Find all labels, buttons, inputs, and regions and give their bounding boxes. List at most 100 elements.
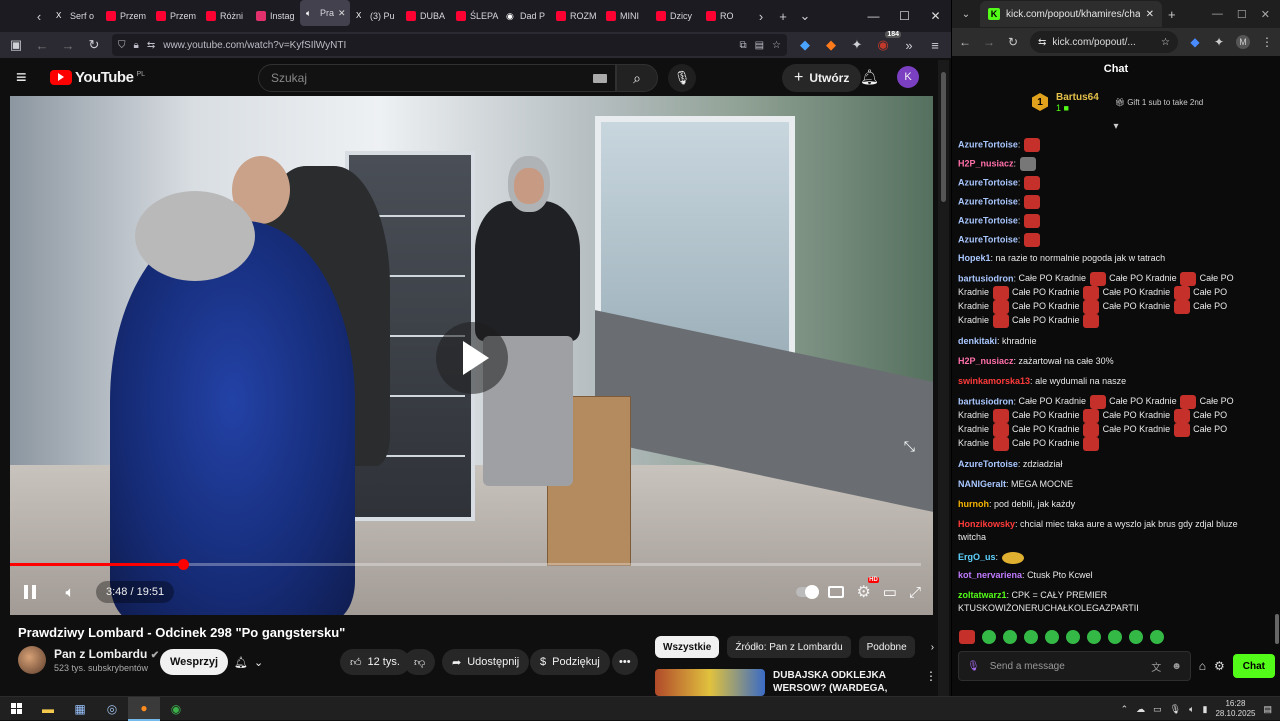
emote-icon[interactable] — [1150, 630, 1164, 644]
microphone-icon[interactable]: 🎙︎ — [967, 661, 980, 672]
chat-message-input[interactable]: 🎙︎ Send a message 文 ☻ — [958, 651, 1191, 681]
chat-message[interactable]: AzureTortoise: zdziadział — [958, 458, 1258, 471]
browser-tab[interactable]: Przem — [150, 0, 200, 32]
notifications-icon[interactable]: ▤ — [1263, 704, 1272, 715]
new-tab-icon[interactable]: + — [772, 9, 794, 24]
emote-icon[interactable] — [959, 630, 975, 644]
chat-message[interactable]: AzureTortoise: — [958, 233, 1258, 247]
more-actions-button[interactable]: ••• — [612, 649, 638, 675]
browser-tab[interactable]: DUBA — [400, 0, 450, 32]
emote-icon[interactable] — [1045, 630, 1059, 644]
close-tab-icon[interactable]: ✕ — [338, 8, 346, 19]
close-window-icon[interactable]: ✕ — [1261, 8, 1270, 21]
emote-icon[interactable] — [1083, 286, 1100, 300]
emote-icon[interactable] — [982, 630, 996, 644]
chat-username[interactable]: NANIGeralt — [958, 479, 1006, 489]
browser-tab[interactable]: X Serf o — [50, 0, 100, 32]
chat-username[interactable]: swinkamorska13 — [958, 376, 1030, 386]
chat-message[interactable]: Honzikowsky: chcial miec taka aure a wys… — [958, 518, 1258, 544]
tab-scroll-right-icon[interactable]: › — [750, 9, 772, 24]
forward-icon[interactable]: → — [60, 38, 76, 53]
fullscreen-icon[interactable]: ⤢ — [909, 584, 921, 601]
chat-message[interactable]: bartusiodron: Całe PO Kradnie Całe PO Kr… — [958, 272, 1258, 328]
emote-icon[interactable] — [1001, 551, 1024, 564]
channel-name[interactable]: Pan z Lombardu ✔ — [54, 647, 159, 661]
emote-icon[interactable] — [1023, 195, 1040, 209]
thanks-button[interactable]: $ Podziękuj — [530, 649, 610, 675]
minimize-icon[interactable]: — — [1212, 8, 1223, 21]
reload-icon[interactable]: ↻ — [1006, 35, 1020, 49]
browser-tab[interactable]: ŚLEPA — [450, 0, 500, 32]
menu-icon[interactable]: ≡ — [927, 38, 943, 53]
back-icon[interactable]: ← — [958, 35, 972, 49]
like-button[interactable]: 👍︎ 12 tys. — [340, 649, 410, 675]
kebab-menu-icon[interactable]: ⋮ — [1260, 35, 1274, 49]
chat-message[interactable]: ErgO_us: — [958, 551, 1258, 564]
forward-icon[interactable]: → — [982, 35, 996, 49]
emote-icon[interactable] — [992, 300, 1009, 314]
emote-icon[interactable] — [1173, 423, 1190, 437]
ublock-icon[interactable]: ◉ 184 — [875, 31, 901, 53]
recommended-title[interactable]: DUBAJSKA ODKLEJKA WERSOW? (WARDEGA, NITR… — [773, 669, 903, 696]
chat-username[interactable]: hurnoh — [958, 499, 989, 509]
translate-icon[interactable]: 文 — [1151, 659, 1161, 674]
steam-icon[interactable]: ◎ — [96, 697, 128, 721]
emote-icon[interactable] — [1019, 157, 1036, 171]
chat-username[interactable]: bartusiodron — [958, 273, 1014, 283]
file-explorer-icon[interactable]: ▬ — [32, 697, 64, 721]
emote-icon[interactable] — [1023, 214, 1040, 228]
sidebar-toggle-icon[interactable]: ▣ — [8, 37, 24, 53]
chat-username[interactable]: ErgO_us — [958, 552, 996, 562]
chat-username[interactable]: AzureTortoise — [958, 234, 1018, 244]
settings-gear-icon[interactable]: ⚙ HD — [856, 577, 879, 602]
emote-icon[interactable] — [1173, 286, 1190, 300]
page-scrollbar[interactable] — [938, 60, 949, 696]
mic-tray-icon[interactable]: 🎙︎ — [1170, 704, 1181, 715]
emote-icon[interactable] — [1023, 176, 1040, 190]
emote-icon[interactable] — [1089, 272, 1106, 286]
browser-tab[interactable]: Instag — [250, 0, 300, 32]
chat-message[interactable]: swinkamorska13: ale wydumali na nasze — [958, 375, 1258, 388]
volume-tray-icon[interactable]: 🔈︎ — [1189, 704, 1194, 715]
chat-username[interactable]: AzureTortoise — [958, 459, 1018, 469]
shield-icon[interactable]: ⛉ — [118, 40, 126, 51]
app-icon[interactable]: ▦ — [64, 697, 96, 721]
reload-icon[interactable]: ↻ — [86, 37, 102, 53]
browser-tab[interactable]: RO — [700, 0, 750, 32]
chat-username[interactable]: AzureTortoise — [958, 215, 1018, 225]
browser-tab[interactable]: X (3) Pu — [350, 0, 400, 32]
address-bar[interactable]: ⛉ 🔒︎ ⇆ www.youtube.com/watch?v=KyfSIlWyN… — [112, 34, 787, 56]
url-text[interactable]: kick.com/popout/... — [1052, 37, 1155, 48]
channel-avatar[interactable] — [18, 646, 46, 674]
back-icon[interactable]: ← — [34, 38, 50, 53]
permissions-icon[interactable]: ⇆ — [147, 40, 155, 51]
recommended-menu-icon[interactable]: ⋮ — [925, 669, 937, 696]
browser-tab[interactable]: ROZM — [550, 0, 600, 32]
chat-username[interactable]: AzureTortoise — [958, 196, 1018, 206]
emote-icon[interactable] — [1023, 138, 1040, 152]
pause-button[interactable] — [10, 585, 50, 599]
site-info-icon[interactable]: ⇆ — [1038, 37, 1046, 48]
tab-list-icon[interactable]: ⌄ — [794, 8, 816, 24]
emote-icon[interactable] — [1108, 630, 1122, 644]
emote-icon[interactable] — [1066, 630, 1080, 644]
emote-icon[interactable] — [1129, 630, 1143, 644]
new-tab-icon[interactable]: + — [1168, 7, 1176, 22]
emote-icon[interactable] — [992, 409, 1009, 423]
emote-icon[interactable] — [1087, 630, 1101, 644]
emote-icon[interactable] — [1180, 395, 1197, 409]
emote-icon[interactable] — [1173, 409, 1190, 423]
miniplayer-icon[interactable]: ⤡ — [904, 438, 915, 455]
chat-message[interactable]: AzureTortoise: — [958, 195, 1258, 209]
overflow-icon[interactable]: » — [901, 38, 917, 53]
emote-icon[interactable] — [1024, 630, 1038, 644]
chat-message[interactable]: NANIGeralt: MEGA MOCNE — [958, 478, 1258, 491]
browser-tab[interactable]: Przem — [100, 0, 150, 32]
search-button[interactable]: ⌕ — [616, 64, 658, 92]
big-play-button[interactable] — [436, 322, 508, 394]
chat-scrollbar[interactable] — [1274, 84, 1280, 644]
chat-username[interactable]: Honzikowsky — [958, 519, 1015, 529]
emote-icon[interactable] — [1023, 233, 1040, 247]
emote-icon[interactable] — [1173, 300, 1190, 314]
clock[interactable]: 16:28 28.10.2025 — [1215, 699, 1255, 719]
